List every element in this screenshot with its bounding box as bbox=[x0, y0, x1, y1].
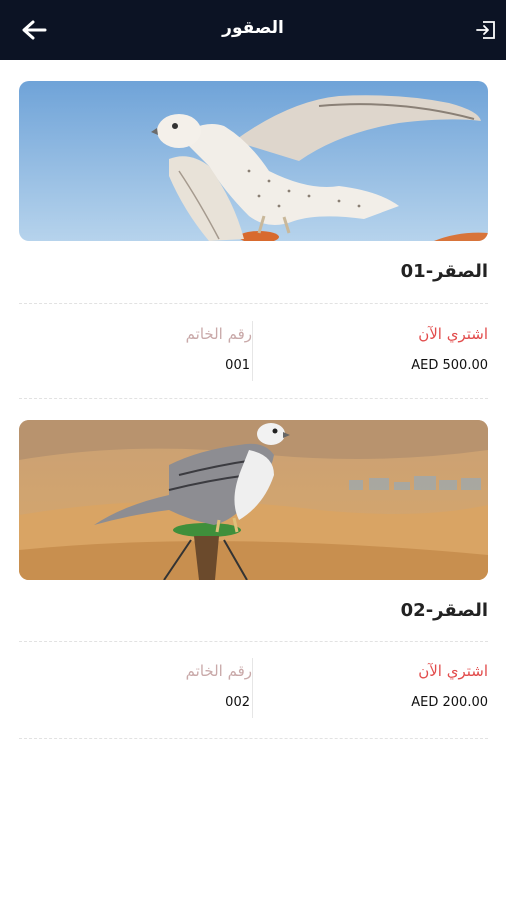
ring-number-section: رقم الخاتم 002 bbox=[18, 658, 253, 718]
falcon-name: الصقر-01 bbox=[400, 261, 488, 282]
ring-number-label: رقم الخاتم bbox=[185, 325, 252, 343]
falcon-photo bbox=[19, 420, 488, 580]
page-title: الصقور bbox=[222, 18, 284, 38]
logout-icon bbox=[476, 21, 495, 39]
falcon-card[interactable]: الصقر-02 اشتري الآن AED 200.00 رقم الخات… bbox=[19, 420, 488, 740]
falcon-photo bbox=[19, 81, 488, 241]
divider bbox=[19, 738, 488, 739]
logout-button[interactable] bbox=[474, 18, 498, 42]
buy-now-section[interactable]: اشتري الآن AED 200.00 bbox=[254, 658, 488, 718]
falcon-card[interactable]: الصقر-01 اشتري الآن AED 500.00 رقم الخات… bbox=[19, 81, 488, 401]
top-app-bar: الصقور bbox=[0, 0, 506, 60]
ring-number-section: رقم الخاتم 001 bbox=[18, 321, 253, 381]
buy-now-label[interactable]: اشتري الآن bbox=[418, 325, 488, 343]
ring-number-label: رقم الخاتم bbox=[185, 662, 252, 680]
ring-number-value: 001 bbox=[225, 358, 250, 373]
price-value: AED 200.00 bbox=[411, 695, 488, 710]
falcon-name: الصقر-02 bbox=[400, 600, 488, 621]
divider bbox=[19, 398, 488, 399]
price-value: AED 500.00 bbox=[411, 358, 488, 373]
buy-now-section[interactable]: اشتري الآن AED 500.00 bbox=[254, 321, 488, 381]
ring-number-value: 002 bbox=[225, 695, 250, 710]
divider bbox=[19, 641, 488, 642]
divider bbox=[19, 303, 488, 304]
buy-now-label[interactable]: اشتري الآن bbox=[418, 662, 488, 680]
